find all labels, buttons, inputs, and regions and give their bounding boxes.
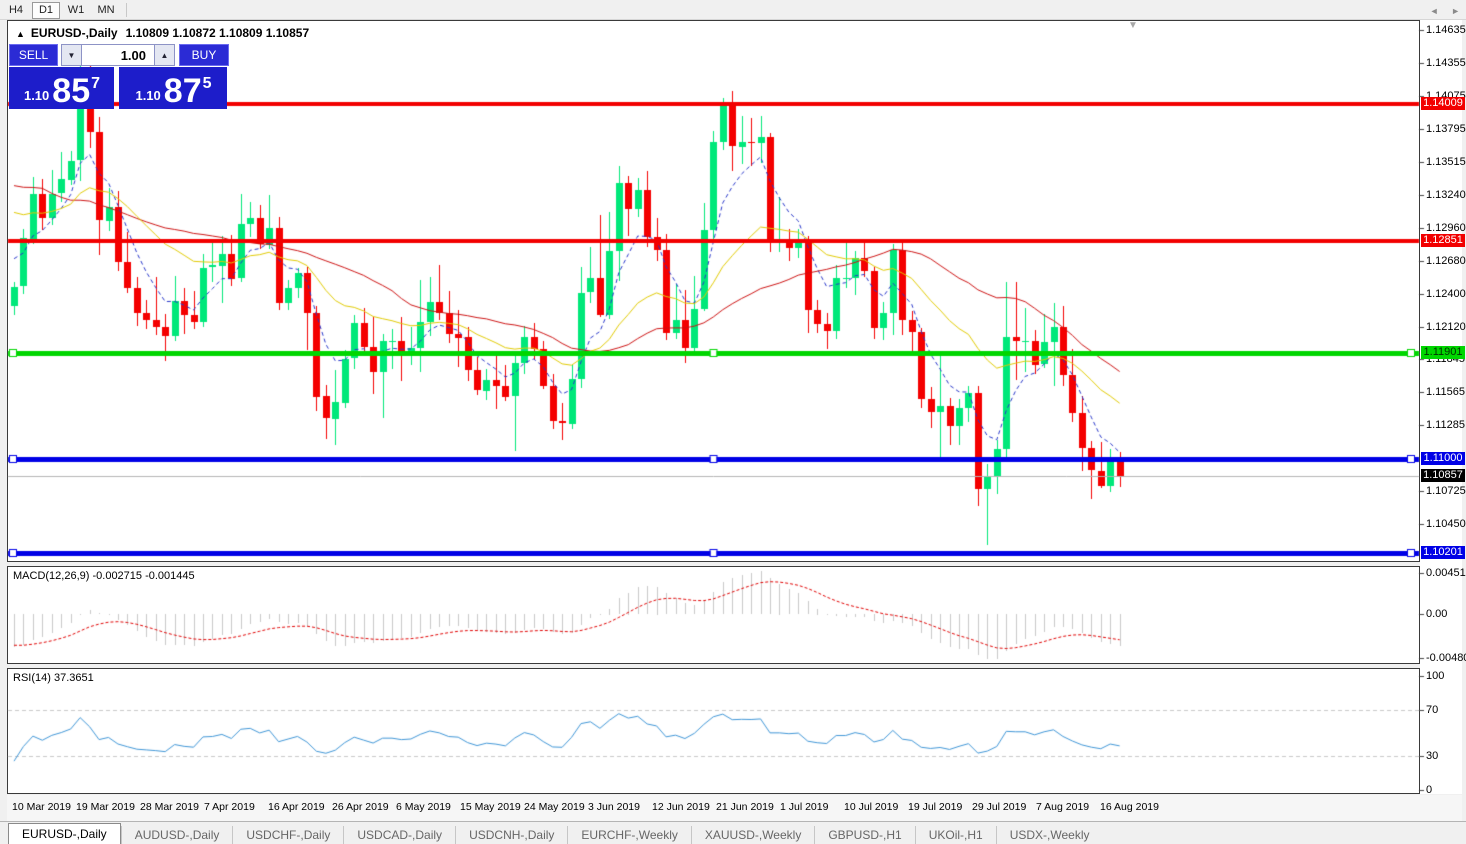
price-axis-tick: 1.10725 [1426, 485, 1466, 498]
rsi-axis-tick: 30 [1426, 749, 1439, 762]
price-axis-tick: 1.11565 [1426, 386, 1465, 399]
collapse-panel-icon[interactable]: ▲ [16, 29, 25, 39]
buy-button[interactable]: BUY [179, 44, 229, 66]
rsi-name: RSI(14) [13, 672, 51, 684]
price-axis-tick: 1.12680 [1426, 254, 1466, 267]
chart-title: ▲ EURUSD-,Daily 1.10809 1.10872 1.10809 1.… [16, 26, 309, 40]
chart-tab-usdchf-daily[interactable]: USDCHF-,Daily [232, 826, 343, 844]
chart-tab-usdcnh-daily[interactable]: USDCNH-,Daily [455, 826, 567, 844]
ask-prefix: 1.10 [135, 88, 161, 103]
chart-symbol-label: EURUSD-,Daily [30, 26, 118, 40]
volume-input[interactable] [82, 44, 154, 66]
price-axis-tick: 1.10450 [1426, 517, 1466, 530]
rsi-axis-tick: 70 [1426, 704, 1439, 717]
ask-pip-digit: 5 [202, 75, 212, 92]
price-axis-tick: 1.14635 [1426, 24, 1466, 37]
tab-scroll-left-icon[interactable]: ◄ [1430, 6, 1439, 16]
price-axis-tick: 1.11285 [1426, 419, 1465, 432]
chart-tab-gbpusd-h1[interactable]: GBPUSD-,H1 [814, 826, 914, 844]
chart-tab-ukoil-h1[interactable]: UKOil-,H1 [914, 826, 996, 844]
price-axis-tick: 1.13795 [1426, 123, 1466, 136]
timeframe-button-w1[interactable]: W1 [62, 2, 90, 19]
timeframe-button-d1[interactable]: D1 [32, 2, 60, 19]
current-price-flag: 1.10857 [1421, 468, 1465, 482]
spin-up-icon: ▲ [160, 50, 169, 60]
bid-pip-digit: 7 [91, 75, 101, 92]
trading-terminal-window: H4 D1 W1 MN ▲ EURUSD-,Daily 1.10809 1.10872 1… [0, 0, 1466, 844]
price-axis-tick: 1.12400 [1426, 287, 1466, 300]
timeframe-button-h4[interactable]: H4 [2, 2, 30, 19]
rsi-value: 37.3651 [53, 672, 94, 684]
timeframe-toolbar: H4 D1 W1 MN [0, 0, 1466, 20]
hline-price-flag: 1.10201 [1421, 546, 1465, 560]
chart-tab-eurchf-weekly[interactable]: EURCHF-,Weekly [567, 826, 690, 844]
chart-tab-audusd-daily[interactable]: AUDUSD-,Daily [120, 826, 233, 844]
chart-tab-usdcad-daily[interactable]: USDCAD-,Daily [343, 826, 455, 844]
bid-price-display[interactable]: 1.10 85 7 [9, 67, 114, 109]
macd-label: MACD(12,26,9) -0.002715 -0.001445 [13, 570, 195, 582]
volume-decrease-button[interactable]: ▼ [61, 44, 82, 66]
tab-scroll-right-icon[interactable]: ► [1451, 6, 1460, 16]
price-axis-tick: 1.14355 [1426, 57, 1466, 70]
chart-tab-eurusd-daily[interactable]: EURUSD-,Daily [8, 823, 121, 844]
timeframe-button-mn[interactable]: MN [92, 2, 120, 19]
rsi-axis-tick: 0 [1426, 784, 1433, 797]
price-axis-tick: 1.12960 [1426, 221, 1466, 234]
bid-big-figure: 85 [52, 72, 91, 110]
hline-price-flag: 1.12851 [1421, 233, 1465, 247]
sell-button[interactable]: SELL [9, 44, 58, 66]
chart-canvas[interactable] [0, 0, 1466, 844]
macd-axis-tick: -0.004806 [1426, 651, 1466, 664]
chart-shift-icon[interactable]: ▼ [1128, 20, 1138, 31]
macd-axis-tick: 0.004517 [1426, 566, 1466, 579]
tab-scroll-controls: ◄ ► [1420, 6, 1460, 16]
hline-price-flag: 1.11000 [1421, 451, 1465, 465]
ask-price-display[interactable]: 1.10 87 5 [119, 67, 227, 109]
bid-prefix: 1.10 [23, 88, 50, 103]
rsi-label: RSI(14) 37.3651 [13, 672, 94, 684]
chart-ohlc-values: 1.10809 1.10872 1.10809 1.10857 [125, 26, 310, 40]
ask-big-figure: 87 [163, 72, 202, 110]
macd-axis-tick: 0.00 [1426, 608, 1448, 621]
macd-values: -0.002715 -0.001445 [92, 570, 195, 582]
hline-price-flag: 1.14009 [1421, 97, 1465, 111]
spin-down-icon: ▼ [67, 50, 76, 60]
chart-tab-xauusd-weekly[interactable]: XAUUSD-,Weekly [690, 826, 814, 844]
price-axis-tick: 1.13515 [1426, 156, 1466, 169]
chart-tab-bar: EURUSD-,Daily AUDUSD-,Daily USDCHF-,Daily U… [0, 821, 1466, 844]
chart-tab-usdx-weekly[interactable]: USDX-,Weekly [995, 826, 1103, 844]
macd-name: MACD(12,26,9) [13, 570, 90, 582]
rsi-axis-tick: 100 [1426, 669, 1445, 682]
hline-price-flag: 1.11901 [1421, 345, 1465, 359]
toolbar-separator [126, 2, 127, 17]
price-axis-tick: 1.13240 [1426, 188, 1466, 201]
one-click-trading-panel: SELL ▼▲ BUY 1.10857 1.10875 [9, 44, 229, 109]
volume-increase-button[interactable]: ▲ [154, 44, 175, 66]
price-axis-tick: 1.12120 [1426, 320, 1466, 333]
